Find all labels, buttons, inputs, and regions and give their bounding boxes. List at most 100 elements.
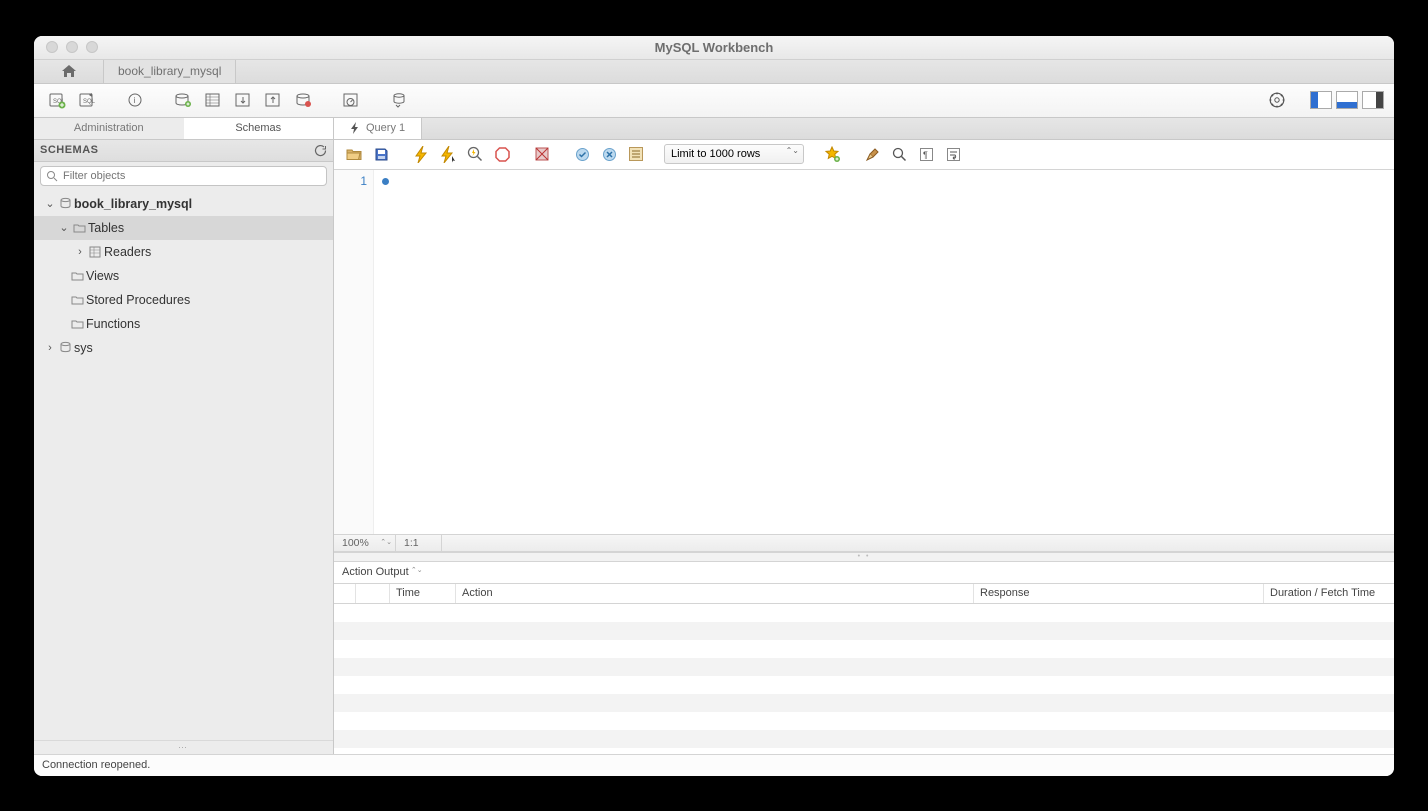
save-file-button[interactable] [369,142,393,166]
toggle-limit-button[interactable] [624,142,648,166]
data-import-button[interactable] [260,87,286,113]
output-col-time[interactable]: Time [390,584,456,603]
line-number: 1 [334,174,367,188]
server-stop-button[interactable] [290,87,316,113]
toggle-autocommit-button[interactable] [530,142,554,166]
no-commit-icon [534,146,550,162]
folder-open-icon [346,147,363,161]
rebuild-button[interactable] [386,87,412,113]
user-admin-button[interactable] [170,87,196,113]
filter-objects-field[interactable] [40,166,327,186]
output-split-handle[interactable]: • • [334,552,1394,562]
output-col-action[interactable]: Action [456,584,974,603]
find-button[interactable] [887,142,911,166]
settings-button[interactable] [1264,87,1290,113]
rollback-button[interactable] [597,142,621,166]
sidebar-resize-handle[interactable]: ⋯ [34,740,333,754]
output-row-empty [334,712,1394,730]
zoom-stepper[interactable]: 100% [334,535,396,551]
editor-statusbar: 100% 1:1 [334,534,1394,552]
commit-icon [575,147,590,162]
status-button[interactable] [200,87,226,113]
limit-toggle-icon [628,146,644,162]
tab-administration[interactable]: Administration [34,118,184,139]
toggle-sidebar-button[interactable] [1310,91,1332,109]
filter-objects-input[interactable] [63,170,320,182]
connection-tab[interactable]: book_library_mysql [104,60,236,83]
explain-button[interactable] [463,142,487,166]
output-row-empty [334,622,1394,640]
output-rows [334,604,1394,754]
views-folder[interactable]: Views [34,264,333,288]
disclosure-right-icon: › [74,246,86,258]
broom-icon [865,147,880,162]
lightning-cursor-icon [441,146,456,163]
pilcrow-icon: ¶ [919,147,934,162]
sidebar: Administration Schemas SCHEMAS ⌄ book_li… [34,118,334,754]
new-sql-tab-button[interactable]: SQL [44,87,70,113]
functions-folder[interactable]: Functions [34,312,333,336]
schema-label: sys [74,341,93,355]
inspector-button[interactable]: i [122,87,148,113]
output-row-empty [334,640,1394,658]
table-label: Readers [104,245,151,259]
beautify-button[interactable] [860,142,884,166]
tables-label: Tables [88,221,124,235]
table-icon [86,246,104,258]
commit-button[interactable] [570,142,594,166]
stored-procedures-label: Stored Procedures [86,293,190,307]
add-snippet-button[interactable] [820,142,844,166]
execute-button[interactable] [409,142,433,166]
search-icon [892,147,907,162]
output-col-duration[interactable]: Duration / Fetch Time [1264,584,1394,603]
lightning-icon [415,146,428,163]
window-title: MySQL Workbench [34,40,1394,55]
folder-icon [68,318,86,330]
row-limit-select[interactable]: Limit to 1000 rows [664,144,804,164]
editor-gutter: 1 [334,170,374,534]
refresh-schemas-icon[interactable] [314,144,327,157]
data-export-button[interactable] [230,87,256,113]
output-row-empty [334,676,1394,694]
tables-folder[interactable]: ⌄ Tables [34,216,333,240]
tab-schemas[interactable]: Schemas [184,118,334,139]
execute-current-button[interactable] [436,142,460,166]
sql-editor[interactable]: 1 [334,170,1394,534]
toggle-secondary-sidebar-button[interactable] [1362,91,1384,109]
zoom-value: 100% [342,537,369,549]
save-icon [374,147,389,162]
output-columns: Time Action Response Duration / Fetch Ti… [334,584,1394,604]
output-col-index[interactable] [356,584,390,603]
open-sql-button[interactable]: SQL [74,87,100,113]
folder-icon [68,294,86,306]
query-tab-1[interactable]: Query 1 [334,118,422,139]
schemas-header-label: SCHEMAS [40,144,99,156]
dashboard-button[interactable] [338,87,364,113]
stop-button[interactable] [490,142,514,166]
output-col-status[interactable] [334,584,356,603]
cursor-marker-icon [382,178,389,185]
stored-procedures-folder[interactable]: Stored Procedures [34,288,333,312]
output-header: Action Output [334,562,1394,584]
magnifier-lightning-icon [467,146,483,162]
schema-tree: ⌄ book_library_mysql ⌄ Tables › Readers … [34,190,333,740]
disclosure-down-icon: ⌄ [58,221,70,234]
output-type-select[interactable]: Action Output [338,566,425,578]
output-col-response[interactable]: Response [974,584,1264,603]
toggle-invisible-button[interactable]: ¶ [914,142,938,166]
status-message: Connection reopened. [42,759,150,771]
toggle-wrap-button[interactable] [941,142,965,166]
toggle-output-button[interactable] [1336,91,1358,109]
rollback-icon [602,147,617,162]
schema-node-book-library[interactable]: ⌄ book_library_mysql [34,192,333,216]
editor-body[interactable] [374,170,1394,534]
schema-node-sys[interactable]: › sys [34,336,333,360]
main-toolbar: SQL SQL i [34,84,1394,118]
open-file-button[interactable] [342,142,366,166]
table-readers[interactable]: › Readers [34,240,333,264]
svg-text:i: i [134,96,136,105]
home-tab[interactable] [34,60,104,83]
connection-tab-label: book_library_mysql [118,64,221,78]
cursor-position-value: 1:1 [404,537,419,549]
lightning-icon [350,122,360,134]
